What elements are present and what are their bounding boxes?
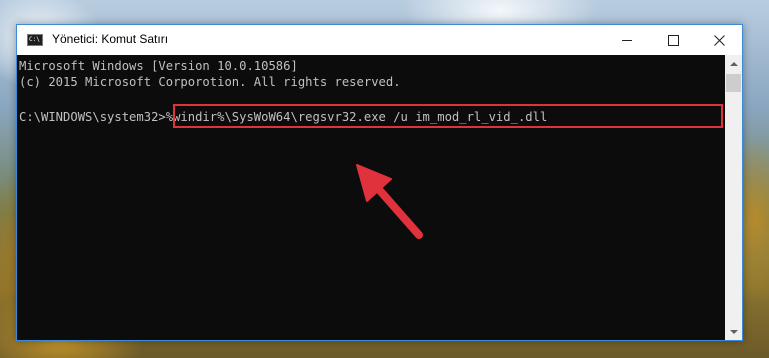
console-line-version: Microsoft Windows [Version 10.0.10586] xyxy=(19,59,298,73)
chevron-down-icon xyxy=(729,329,738,334)
close-icon xyxy=(713,34,725,46)
scroll-down-button[interactable] xyxy=(725,323,742,340)
title-bar[interactable]: C:\ Yönetici: Komut Satırı xyxy=(17,25,742,55)
scroll-thumb[interactable] xyxy=(726,74,741,92)
minimize-button[interactable] xyxy=(604,25,650,55)
command-highlight-box xyxy=(173,104,723,128)
vertical-scrollbar[interactable] xyxy=(725,55,742,340)
console-line-copyright: (c) 2015 Microsoft Corporotion. All righ… xyxy=(19,75,401,89)
chevron-up-icon xyxy=(729,61,738,66)
pointer-arrow-icon xyxy=(356,164,423,239)
console-prompt: C:\WINDOWS\system32> xyxy=(19,110,166,124)
maximize-icon xyxy=(667,34,679,46)
window-title: Yönetici: Komut Satırı xyxy=(52,32,169,46)
command-prompt-window: C:\ Yönetici: Komut Satırı Microsoft Win… xyxy=(16,24,743,341)
scroll-up-button[interactable] xyxy=(725,55,742,72)
console-output[interactable]: Microsoft Windows [Version 10.0.10586] (… xyxy=(17,55,725,340)
close-button[interactable] xyxy=(696,25,742,55)
cmd-icon: C:\ xyxy=(27,34,43,46)
minimize-icon xyxy=(622,39,632,41)
maximize-button[interactable] xyxy=(650,25,696,55)
